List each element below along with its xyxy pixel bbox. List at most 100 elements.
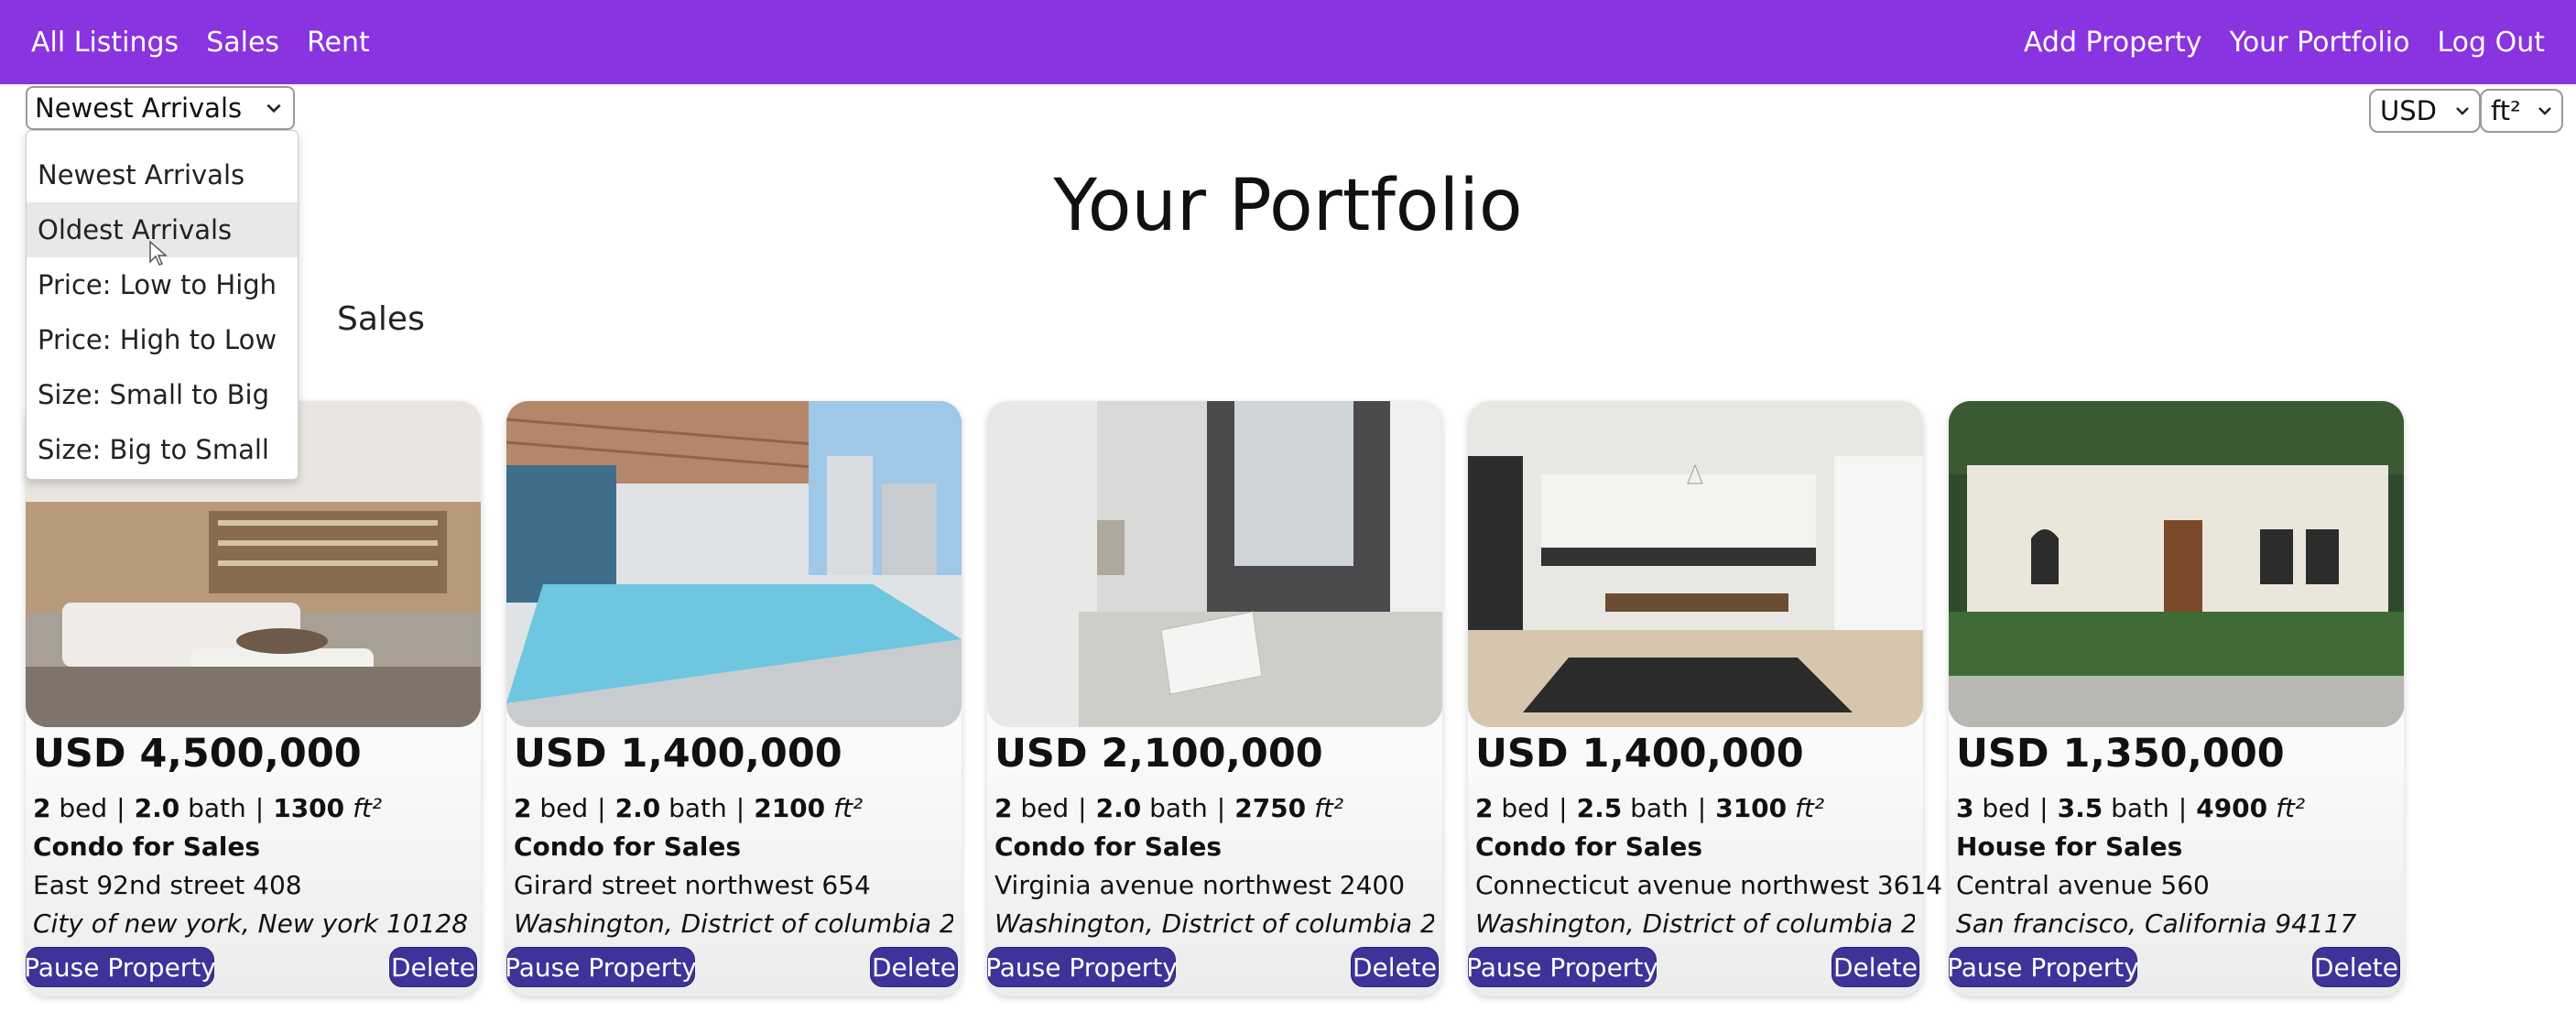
- sort-option-size-asc[interactable]: Size: Small to Big: [27, 367, 298, 422]
- bath-label: bath: [188, 793, 246, 823]
- unit-selected-value: ft²: [2491, 95, 2521, 126]
- bed-count: 2: [33, 793, 51, 823]
- listing-specs: 2 bed | 2.0 bath | 1300 ft²: [33, 793, 382, 823]
- listing-price: USD 1,350,000: [1956, 731, 2285, 777]
- size-value: 3100: [1715, 793, 1788, 823]
- pause-property-button[interactable]: Pause Property: [985, 947, 1178, 987]
- bed-label: bed: [539, 793, 589, 823]
- size-value: 4900: [2196, 793, 2268, 823]
- bath-count: 2.0: [614, 793, 661, 823]
- sort-option-newest[interactable]: Newest Arrivals: [27, 147, 298, 202]
- pause-property-button[interactable]: Pause Property: [24, 947, 216, 987]
- nav-sales[interactable]: Sales: [206, 27, 279, 59]
- divider: |: [1216, 793, 1226, 823]
- bath-label: bath: [2111, 793, 2169, 823]
- city-address: Washington, District of columbia 20037: [995, 908, 1434, 939]
- street-address: Connecticut avenue northwest 3614: [1475, 870, 1943, 900]
- bed-label: bed: [1020, 793, 1070, 823]
- bath-count: 2.5: [1576, 793, 1623, 823]
- listing-price: USD 1,400,000: [514, 731, 842, 777]
- listing-specs: 2 bed | 2.0 bath | 2750 ft²: [995, 793, 1343, 823]
- pause-property-button[interactable]: Pause Property: [1947, 947, 2139, 987]
- currency-selected-value: USD: [2380, 95, 2437, 126]
- bed-count: 2: [1475, 793, 1494, 823]
- delete-button[interactable]: Delete: [870, 947, 958, 987]
- delete-button[interactable]: Delete: [1351, 947, 1439, 987]
- size-unit: ft²: [353, 793, 383, 823]
- bed-count: 2: [995, 793, 1013, 823]
- listing-card[interactable]: USD 1,400,000 2 bed | 2.0 bath | 2100 ft² Co…: [505, 401, 962, 996]
- city-address: Washington, District of columbia 20001: [514, 908, 953, 939]
- nav-your-portfolio[interactable]: Your Portfolio: [2229, 27, 2409, 59]
- sort-option-size-desc[interactable]: Size: Big to Small: [27, 422, 298, 477]
- nav-rent[interactable]: Rent: [307, 27, 370, 59]
- listing-specs: 2 bed | 2.0 bath | 2100 ft²: [514, 793, 863, 823]
- street-address: East 92nd street 408: [33, 870, 302, 900]
- property-type: Condo for Sales: [995, 832, 1223, 862]
- divider: |: [1559, 793, 1568, 823]
- listing-card[interactable]: USD 4,500,000 2 bed | 2.0 bath | 1300 ft² Co…: [24, 401, 481, 996]
- bed-label: bed: [59, 793, 108, 823]
- bath-label: bath: [1630, 793, 1689, 823]
- pause-property-button[interactable]: Pause Property: [1466, 947, 1658, 987]
- divider: |: [2178, 793, 2188, 823]
- size-value: 2100: [754, 793, 826, 823]
- bed-count: 3: [1956, 793, 1974, 823]
- size-unit: ft²: [2276, 793, 2306, 823]
- street-address: Virginia avenue northwest 2400: [995, 870, 1406, 900]
- divider: |: [597, 793, 606, 823]
- listing-image-pool[interactable]: [506, 401, 962, 727]
- property-type: Condo for Sales: [1475, 832, 1703, 862]
- delete-button[interactable]: Delete: [2312, 947, 2400, 987]
- bath-count: 2.0: [134, 793, 180, 823]
- sort-select[interactable]: Newest Arrivals: [26, 86, 295, 130]
- bath-label: bath: [1149, 793, 1208, 823]
- listing-card[interactable]: USD 1,350,000 3 bed | 3.5 bath | 4900 ft² Ho…: [1947, 401, 2404, 996]
- listing-image-house[interactable]: [1949, 401, 2404, 727]
- pause-property-button[interactable]: Pause Property: [505, 947, 697, 987]
- unit-select[interactable]: ft²: [2480, 89, 2563, 133]
- bed-count: 2: [514, 793, 532, 823]
- listing-specs: 3 bed | 3.5 bath | 4900 ft²: [1956, 793, 2305, 823]
- chevron-down-icon: [2456, 107, 2469, 115]
- listing-cards: USD 4,500,000 2 bed | 2.0 bath | 1300 ft² Co…: [24, 401, 2404, 996]
- listing-image-kitchen[interactable]: [1468, 401, 1923, 727]
- listing-specs: 2 bed | 2.5 bath | 3100 ft²: [1475, 793, 1824, 823]
- listing-image-bathroom[interactable]: [987, 401, 1442, 727]
- bath-count: 3.5: [2057, 793, 2103, 823]
- chevron-down-icon: [2538, 107, 2551, 115]
- listing-card[interactable]: USD 2,100,000 2 bed | 2.0 bath | 2750 ft² Co…: [985, 401, 1442, 996]
- bath-count: 2.0: [1095, 793, 1142, 823]
- size-unit: ft²: [1795, 793, 1825, 823]
- listing-price: USD 1,400,000: [1475, 731, 1804, 777]
- divider: |: [116, 793, 125, 823]
- city-address: Washington, District of columbia 20008: [1475, 908, 1915, 939]
- currency-select[interactable]: USD: [2369, 89, 2481, 133]
- size-unit: ft²: [1314, 793, 1344, 823]
- listing-price: USD 4,500,000: [33, 731, 362, 777]
- street-address: Central avenue 560: [1956, 870, 2210, 900]
- sort-option-price-desc[interactable]: Price: High to Low: [27, 312, 298, 367]
- size-unit: ft²: [833, 793, 864, 823]
- property-type: Condo for Sales: [514, 832, 742, 862]
- listing-card[interactable]: USD 1,400,000 2 bed | 2.5 bath | 3100 ft² Co…: [1466, 401, 1942, 996]
- size-value: 2750: [1234, 793, 1307, 823]
- top-navbar: All Listings Sales Rent Add Property You…: [0, 0, 2576, 84]
- delete-button[interactable]: Delete: [1831, 947, 1919, 987]
- listing-price: USD 2,100,000: [995, 731, 1323, 777]
- sort-selected-value: Newest Arrivals: [35, 92, 243, 124]
- mouse-cursor-icon: [149, 240, 168, 266]
- bed-label: bed: [1982, 793, 2031, 823]
- divider: |: [1697, 793, 1707, 823]
- delete-button[interactable]: Delete: [389, 947, 477, 987]
- nav-add-property[interactable]: Add Property: [2024, 27, 2202, 59]
- nav-all-listings[interactable]: All Listings: [31, 27, 179, 59]
- property-type: Condo for Sales: [33, 832, 261, 862]
- page-title: Your Portfolio: [1053, 165, 1523, 247]
- property-type: House for Sales: [1956, 832, 2183, 862]
- size-value: 1300: [273, 793, 345, 823]
- street-address: Girard street northwest 654: [514, 870, 871, 900]
- nav-log-out[interactable]: Log Out: [2437, 27, 2545, 59]
- city-address: San francisco, California 94117: [1956, 908, 2357, 939]
- divider: |: [2039, 793, 2049, 823]
